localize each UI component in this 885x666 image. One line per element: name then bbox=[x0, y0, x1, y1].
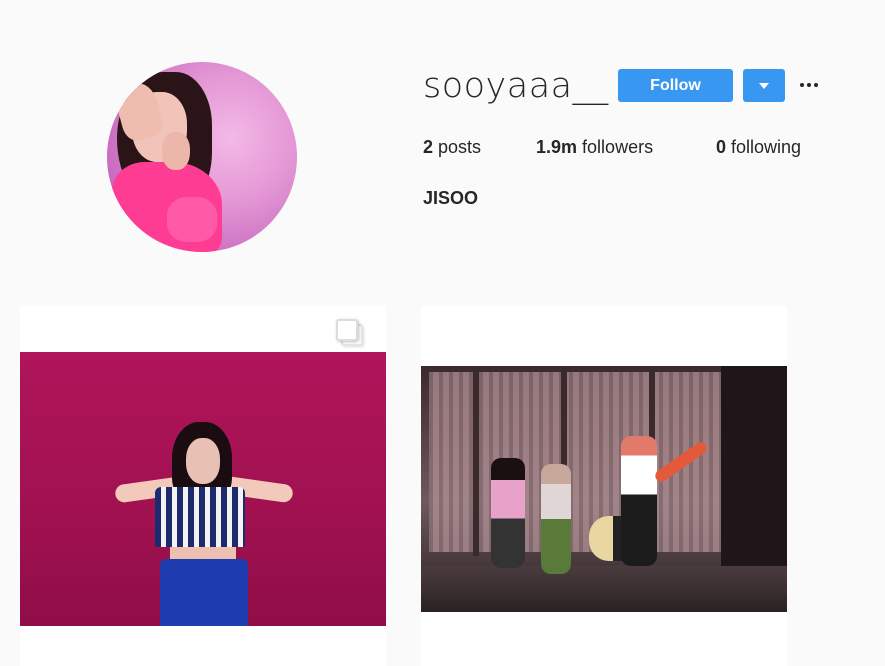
post-image bbox=[20, 352, 386, 626]
more-horizontal-icon bbox=[800, 83, 804, 87]
post-tile[interactable] bbox=[421, 306, 787, 666]
post-tile[interactable] bbox=[20, 306, 386, 666]
post-image bbox=[421, 366, 787, 612]
following-count: 0 bbox=[716, 137, 727, 157]
followers-label: followers bbox=[582, 137, 654, 157]
posts-count-stat: 2 posts bbox=[423, 137, 481, 158]
carousel-icon bbox=[336, 319, 363, 346]
followers-count: 1.9m bbox=[536, 137, 578, 157]
followers-link[interactable]: 1.9m followers bbox=[536, 137, 653, 158]
caret-down-icon bbox=[759, 83, 769, 89]
follow-button[interactable]: Follow bbox=[618, 69, 733, 102]
profile-username: sooyaaa__ bbox=[423, 66, 609, 106]
posts-label: posts bbox=[438, 137, 482, 157]
profile-avatar[interactable] bbox=[107, 62, 297, 252]
profile-full-name: JISOO bbox=[423, 188, 479, 208]
more-options-button[interactable] bbox=[799, 78, 821, 92]
following-link[interactable]: 0 following bbox=[716, 137, 801, 158]
following-label: following bbox=[731, 137, 802, 157]
posts-count: 2 bbox=[423, 137, 434, 157]
suggested-accounts-dropdown-button[interactable] bbox=[743, 69, 785, 102]
